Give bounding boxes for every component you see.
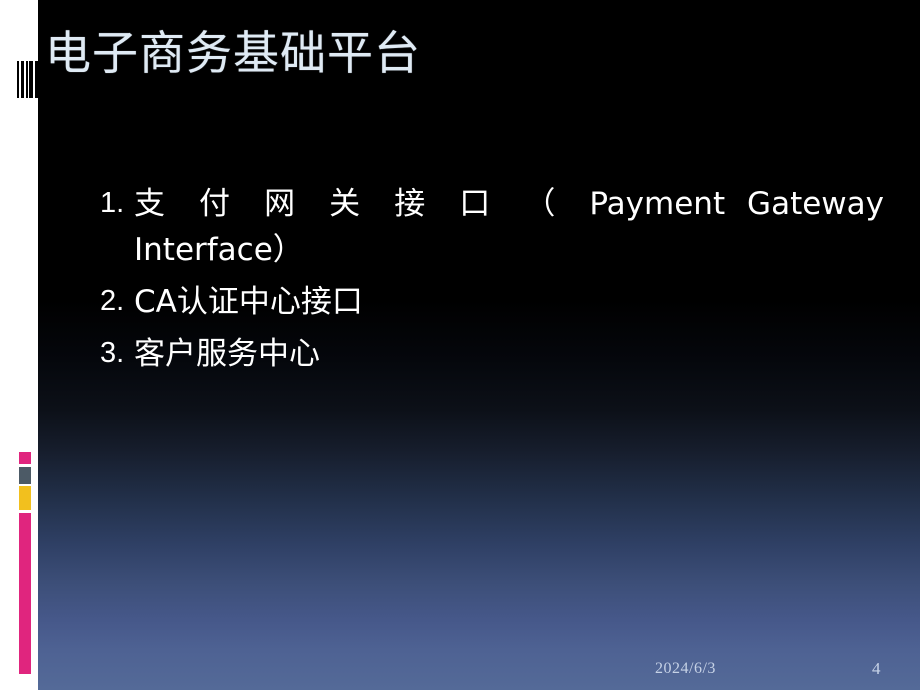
list-item-text: CA认证中心接口 (134, 283, 363, 320)
barcode-decoration-icon (17, 61, 39, 98)
presentation-slide: 电子商务基础平台 1. 支 付 网 关 接 口 （ Payment Gatewa… (0, 0, 920, 690)
footer-date: 2024/6/3 (655, 660, 716, 677)
list-item-number: 2. (100, 284, 125, 317)
list-item-line: Interface） (134, 231, 304, 268)
footer-page-number: 4 (872, 659, 881, 678)
list-item: 3. 客户服务中心 (100, 332, 890, 378)
list-item-line: 支 付 网 关 接 口 （ Payment Gateway (134, 186, 884, 222)
list-item-text: 客户服务中心 (134, 335, 320, 372)
list-item: 2. CA认证中心接口 (100, 280, 890, 326)
accent-segment (19, 513, 31, 674)
page-title: 电子商务基础平台 (45, 26, 421, 80)
list-item-text: 支 付 网 关 接 口 （ Payment Gateway Interface） (134, 182, 890, 274)
list-item: 1. 支 付 网 关 接 口 （ Payment Gateway Interfa… (100, 182, 890, 274)
accent-segment (19, 452, 31, 464)
slide-body-list: 1. 支 付 网 关 接 口 （ Payment Gateway Interfa… (100, 182, 890, 380)
color-accent-bar (19, 452, 31, 674)
list-item-number: 3. (100, 336, 125, 369)
accent-segment (19, 467, 31, 484)
list-item-number: 1. (100, 187, 125, 219)
accent-segment (19, 486, 31, 510)
